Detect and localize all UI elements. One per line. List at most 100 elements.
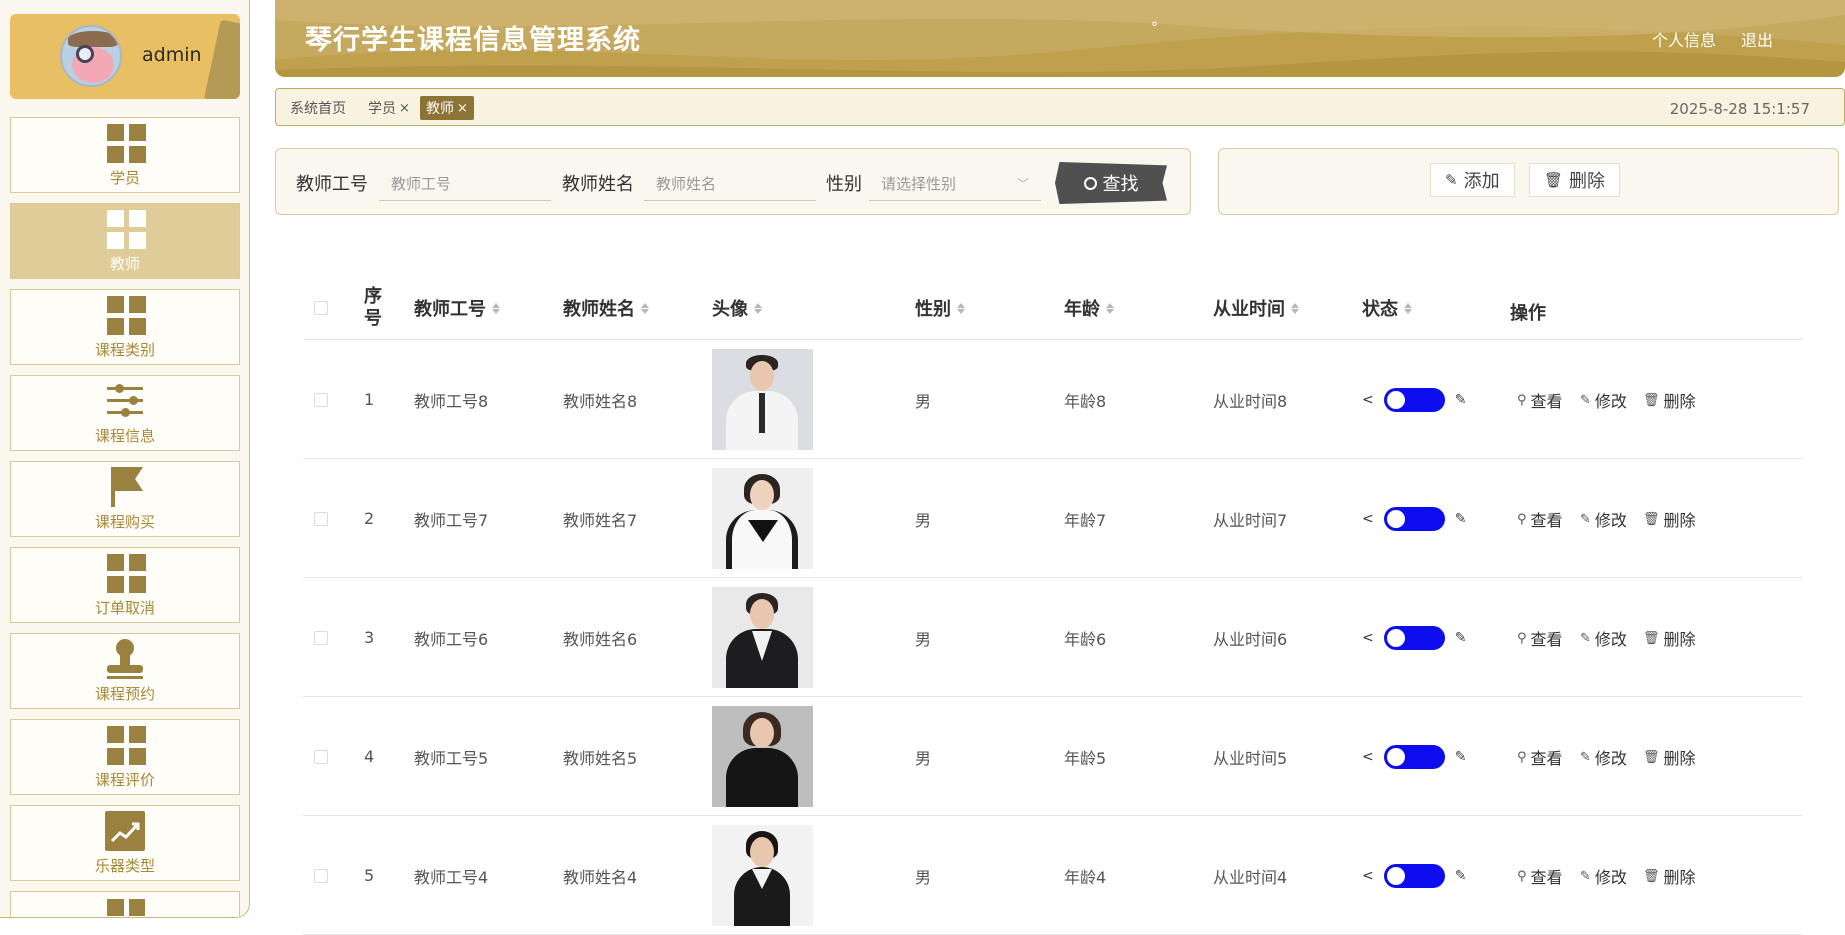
view-button[interactable]: ⚲ 查看 — [1517, 507, 1563, 531]
sort-icon[interactable] — [1106, 302, 1114, 314]
share-icon[interactable]: < — [1362, 630, 1374, 646]
sort-icon[interactable] — [1291, 302, 1299, 314]
gender-placeholder: 请选择性别 — [881, 175, 957, 193]
cell-teacher-id: 教师工号7 — [414, 510, 489, 530]
row-checkbox[interactable] — [314, 630, 328, 645]
col-label: 年龄 — [1064, 299, 1100, 320]
view-button[interactable]: ⚲ 查看 — [1517, 626, 1563, 650]
tab-label: 系统首页 — [290, 101, 346, 117]
sidebar-item-students[interactable]: 学员 — [10, 117, 240, 193]
edit-button[interactable]: ✎ 修改 — [1580, 745, 1627, 769]
col-avatar[interactable]: 头像 — [712, 276, 762, 340]
search-icon: ⚲ — [1517, 511, 1527, 527]
delete-row-button[interactable]: 🗑 删除 — [1643, 745, 1696, 769]
sidebar-item-instrument-type[interactable]: 乐器类型 — [10, 805, 240, 881]
status-toggle[interactable] — [1383, 625, 1445, 650]
delete-row-button[interactable]: 🗑 删除 — [1643, 864, 1696, 888]
status-toggle[interactable] — [1383, 387, 1445, 412]
teacher-photo[interactable] — [712, 468, 813, 569]
close-icon[interactable]: × — [399, 101, 410, 116]
row-checkbox[interactable] — [314, 749, 328, 764]
tab-students[interactable]: 学员 × — [362, 96, 416, 120]
cell-gender: 男 — [915, 391, 932, 411]
sidebar-item-course-purchase[interactable]: 课程购买 — [10, 461, 240, 537]
delete-row-button[interactable]: 🗑 删除 — [1643, 626, 1696, 650]
status-toggle[interactable] — [1383, 506, 1445, 531]
sidebar-item-course-category[interactable]: 课程类别 — [10, 289, 240, 365]
share-icon[interactable]: < — [1362, 749, 1374, 765]
teacher-photo[interactable] — [712, 706, 813, 807]
row-checkbox[interactable] — [314, 868, 328, 883]
delete-label: 删除 — [1663, 749, 1696, 768]
delete-row-button[interactable]: 🗑 删除 — [1643, 507, 1696, 531]
status-toggle[interactable] — [1383, 863, 1445, 888]
edit-pen-icon[interactable]: ✎ — [1455, 630, 1467, 646]
sidebar-item-course-review[interactable]: 课程评价 — [10, 719, 240, 795]
profile-link[interactable]: 个人信息 — [1652, 27, 1716, 51]
teacher-name-input[interactable]: 教师姓名 — [644, 167, 816, 201]
cell-experience: 从业时间8 — [1213, 391, 1288, 411]
sidebar-item-teachers[interactable]: 教师 — [10, 203, 240, 279]
grid-icon — [105, 295, 146, 335]
edit-pen-icon[interactable]: ✎ — [1455, 511, 1467, 527]
row-checkbox[interactable] — [314, 511, 328, 526]
sort-icon[interactable] — [492, 302, 500, 314]
sidebar-item-order-cancel[interactable]: 订单取消 — [10, 547, 240, 623]
edit-button[interactable]: ✎ 修改 — [1580, 388, 1627, 412]
cell-teacher-name: 教师姓名8 — [563, 391, 638, 411]
view-label: 查看 — [1530, 749, 1563, 768]
sidebar-item-course-booking[interactable]: 课程预约 — [10, 633, 240, 709]
search-icon: ⚲ — [1517, 868, 1527, 884]
teacher-name-label: 教师姓名 — [562, 174, 634, 195]
teacher-photo[interactable] — [712, 349, 813, 450]
gender-label: 性别 — [826, 174, 862, 195]
select-all-checkbox[interactable] — [314, 301, 328, 315]
col-experience[interactable]: 从业时间 — [1213, 276, 1299, 340]
tab-home[interactable]: 系统首页 — [284, 96, 352, 120]
delete-button[interactable]: 🗑 删除 — [1529, 163, 1621, 197]
gender-select[interactable]: 请选择性别 ﹀ — [869, 167, 1041, 201]
close-icon[interactable]: × — [457, 101, 468, 116]
edit-pen-icon[interactable]: ✎ — [1455, 392, 1467, 408]
edit-pen-icon[interactable]: ✎ — [1455, 868, 1467, 884]
search-icon: ⚲ — [1517, 749, 1527, 765]
col-teacher-id[interactable]: 教师工号 — [414, 276, 500, 340]
row-checkbox[interactable] — [314, 392, 328, 407]
edit-button[interactable]: ✎ 修改 — [1580, 507, 1627, 531]
col-age[interactable]: 年龄 — [1064, 276, 1114, 340]
teacher-photo[interactable] — [712, 825, 813, 926]
sidebar-item-course-info[interactable]: 课程信息 — [10, 375, 240, 451]
col-gender[interactable]: 性别 — [915, 276, 965, 340]
add-button[interactable]: ✎ 添加 — [1430, 163, 1515, 197]
user-profile-card[interactable]: admin — [10, 14, 240, 99]
teacher-id-input[interactable]: 教师工号 — [379, 167, 551, 201]
sidebar-item-label: 学员 — [109, 169, 140, 187]
edit-button[interactable]: ✎ 修改 — [1580, 626, 1627, 650]
search-button[interactable]: 查找 — [1055, 162, 1167, 204]
col-teacher-name[interactable]: 教师姓名 — [563, 276, 649, 340]
sidebar-item-more[interactable] — [10, 891, 240, 917]
logout-link[interactable]: 退出 — [1741, 27, 1773, 51]
edit-pen-icon[interactable]: ✎ — [1455, 749, 1467, 765]
sort-icon[interactable] — [1404, 302, 1412, 314]
status-toggle[interactable] — [1383, 744, 1445, 769]
sort-icon[interactable] — [957, 302, 965, 314]
view-button[interactable]: ⚲ 查看 — [1517, 388, 1563, 412]
edit-button[interactable]: ✎ 修改 — [1580, 864, 1627, 888]
share-icon[interactable]: < — [1362, 392, 1374, 408]
sort-icon[interactable] — [754, 302, 762, 314]
tab-teachers[interactable]: 教师 × — [420, 96, 474, 120]
share-icon[interactable]: < — [1362, 511, 1374, 527]
delete-label: 删除 — [1663, 868, 1696, 887]
share-icon[interactable]: < — [1362, 868, 1374, 884]
view-button[interactable]: ⚲ 查看 — [1517, 864, 1563, 888]
grid-icon — [105, 898, 145, 917]
col-status[interactable]: 状态 — [1362, 276, 1412, 340]
view-button[interactable]: ⚲ 查看 — [1517, 745, 1563, 769]
cell-age: 年龄8 — [1064, 391, 1107, 411]
sort-icon[interactable] — [641, 302, 649, 314]
avatar[interactable] — [60, 25, 122, 87]
delete-row-button[interactable]: 🗑 删除 — [1643, 388, 1696, 412]
col-label: 从业时间 — [1213, 299, 1285, 320]
teacher-photo[interactable] — [712, 587, 813, 688]
